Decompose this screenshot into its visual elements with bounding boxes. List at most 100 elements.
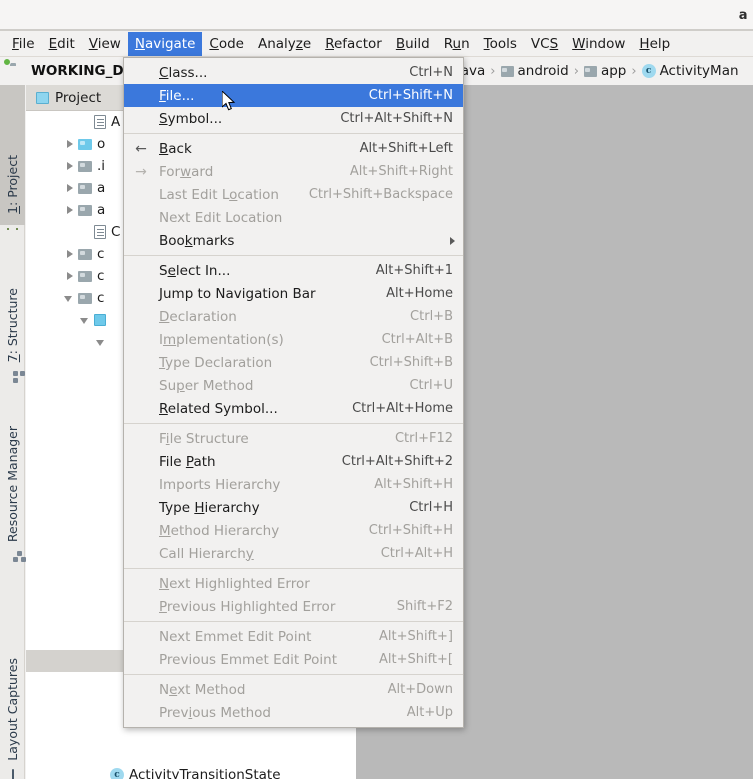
tab-project-label: Project [55,89,102,106]
menu-item-label: Method Hierarchy [159,522,280,539]
chevron-right-icon[interactable] [64,205,75,216]
menubar-item-code[interactable]: Code [202,32,251,56]
menubar-item-navigate[interactable]: Navigate [127,31,203,56]
ide-window: a File Edit View Navigate Code Analyze Refacto… [0,0,753,779]
breadcrumb[interactable]: java › android › app › c ActivityMan [457,57,739,85]
left-tool-rail: 1: Project 7: Structure Resource Manager La… [0,85,26,779]
menu-item-label: File Path [159,453,216,470]
menu-item-label: Type Hierarchy [159,499,260,516]
tree-row-label: c [97,246,105,262]
menubar-item-build[interactable]: Build [389,32,437,56]
navigate-dropdown-menu[interactable]: Class... Ctrl+N File... Ctrl+Shift+N Symbol.… [123,57,464,728]
menu-item-label: Jump to Navigation Bar [159,285,316,302]
menu-item-shortcut: Ctrl+Alt+Home [352,401,453,416]
rail-button-label: Resource Manager [5,425,20,542]
rail-button-label: 7: Structure [5,287,20,362]
menu-item-previous-emmet-edit-point: Previous Emmet Edit Point Alt+Shift+[ [124,648,463,671]
menu-item-shortcut: Alt+Shift+[ [378,652,453,667]
chevron-down-icon[interactable] [64,293,75,304]
breadcrumb-item-app[interactable]: app [583,63,627,79]
menu-item-shortcut: Ctrl+N [409,65,453,80]
menu-item-label: Select In... [159,262,231,279]
chevron-down-icon[interactable] [80,315,91,326]
chevron-down-icon[interactable] [96,337,107,348]
menu-item-shortcut: Ctrl+Alt+B [381,332,453,347]
menubar-item-refactor[interactable]: Refactor [318,32,389,56]
menu-item-label: Previous Emmet Edit Point [159,651,338,668]
folder-icon [78,160,92,172]
rail-button-layout-captures[interactable]: Layout Captures [0,641,25,779]
menu-separator [124,423,463,424]
menubar-item-analyze[interactable]: Analyze [251,32,318,56]
menu-item-label: Back [159,140,192,157]
menu-item-class[interactable]: Class... Ctrl+N [124,61,463,84]
menu-item-select-in[interactable]: Select In... Alt+Shift+1 [124,259,463,282]
menu-item-type-hierarchy[interactable]: Type Hierarchy Ctrl+H [124,496,463,519]
menu-item-label: File Structure [159,430,249,447]
chevron-right-icon[interactable] [64,249,75,260]
module-square-icon [94,314,106,326]
menubar-item-help[interactable]: Help [632,32,677,56]
menubar-item-file[interactable]: File [5,32,42,56]
menu-item-label: Related Symbol... [159,400,278,417]
menubar-item-tools[interactable]: Tools [477,32,524,56]
menu-item-label: Super Method [159,377,254,394]
menu-separator [124,621,463,622]
chevron-right-icon[interactable] [64,183,75,194]
menu-item-label: Symbol... [159,110,223,127]
tab-project[interactable]: Project [26,85,111,111]
menu-item-shortcut: Ctrl+Shift+H [368,523,453,538]
folder-icon [78,270,92,282]
menubar-item-run[interactable]: Run [437,32,477,56]
rail-button-7-structure[interactable]: 7: Structure [0,233,25,383]
menu-item-label: Imports Hierarchy [159,476,281,493]
breadcrumb-label: app [600,63,627,79]
tree-row[interactable]: c ActivityTransitionState [26,764,356,779]
menu-item-label: Declaration [159,308,237,325]
rail-button-label: 1: Project [5,155,20,214]
project-name-label: WORKING_DI [31,63,129,79]
chevron-right-icon[interactable] [64,161,75,172]
menu-item-shortcut: Alt+Shift+] [378,629,453,644]
menu-item-file[interactable]: File... Ctrl+Shift+N [124,84,463,107]
menubar-item-vcs[interactable]: VCS [524,32,565,56]
menu-item-shortcut: Ctrl+Alt+Shift+N [340,111,453,126]
tree-row-label: C [111,224,121,240]
folder-icon [78,182,92,194]
menu-item-jump-to-navigation-bar[interactable]: Jump to Navigation Bar Alt+Home [124,282,463,305]
breadcrumb-item-activityman[interactable]: c ActivityMan [641,63,739,79]
menu-item-label: Last Edit Location [159,186,279,203]
chevron-right-icon[interactable] [64,139,75,150]
tree-row-label: a [97,180,106,196]
capture-icon [11,769,14,779]
menubar-item-window[interactable]: Window [565,32,632,56]
menu-item-implementation-s: Implementation(s) Ctrl+Alt+B [124,328,463,351]
menu-item-bookmarks[interactable]: Bookmarks [124,229,463,252]
folder-icon [500,65,514,77]
breadcrumb-label: ActivityMan [659,63,739,79]
menubar-item-view[interactable]: View [82,32,128,56]
folder-icon [78,248,92,260]
menu-item-declaration: Declaration Ctrl+B [124,305,463,328]
menu-item-imports-hierarchy: Imports Hierarchy Alt+Shift+H [124,473,463,496]
menu-item-label: Call Hierarchy [159,545,254,562]
menu-item-symbol[interactable]: Symbol... Ctrl+Alt+Shift+N [124,107,463,130]
menu-item-next-emmet-edit-point: Next Emmet Edit Point Alt+Shift+] [124,625,463,648]
chevron-right-icon[interactable] [64,271,75,282]
menu-item-label: Next Edit Location [159,209,283,226]
menu-item-back[interactable]: ← Back Alt+Shift+Left [124,137,463,160]
menu-item-shortcut: Alt+Down [387,682,453,697]
menu-item-file-path[interactable]: File Path Ctrl+Alt+Shift+2 [124,450,463,473]
menu-item-related-symbol[interactable]: Related Symbol... Ctrl+Alt+Home [124,397,463,420]
menu-item-previous-highlighted-error: Previous Highlighted Error Shift+F2 [124,595,463,618]
file-icon [94,115,106,129]
folder-icon [583,65,597,77]
menu-item-shortcut: Ctrl+Shift+Backspace [308,187,453,202]
breadcrumb-item-android[interactable]: android [500,63,569,79]
project-folder-icon [10,65,25,78]
rail-button-1-project[interactable]: 1: Project [0,85,25,225]
submenu-arrow-icon [450,236,455,245]
menubar-item-edit[interactable]: Edit [42,32,82,56]
rail-button-resource-manager[interactable]: Resource Manager [0,381,26,562]
